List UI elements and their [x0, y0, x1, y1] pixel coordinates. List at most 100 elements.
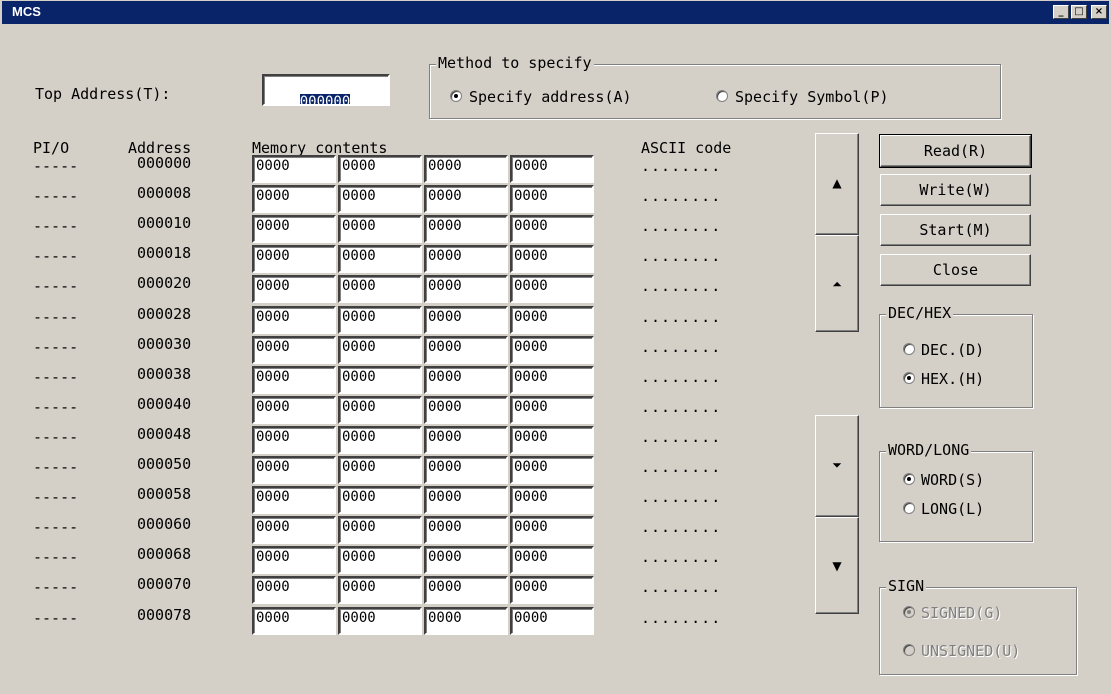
memory-value-input[interactable]: 0000	[338, 576, 422, 604]
ascii-code-header: ASCII code	[641, 139, 732, 157]
memory-value-input[interactable]: 0000	[338, 426, 422, 454]
memory-value-input[interactable]: 0000	[252, 215, 336, 243]
memory-value-input[interactable]: 0000	[510, 275, 594, 303]
start-button[interactable]: Start(M)	[880, 214, 1031, 246]
memory-value-input[interactable]: 0000	[424, 185, 508, 213]
memory-value-input[interactable]: 0000	[252, 336, 336, 364]
address-cell: 000040	[137, 395, 192, 413]
memory-value-input[interactable]: 0000	[510, 426, 594, 454]
memory-value-input[interactable]: 0000	[424, 336, 508, 364]
memory-value-input[interactable]: 0000	[424, 486, 508, 514]
memory-value-input[interactable]: 0000	[252, 546, 336, 574]
memory-value-input[interactable]: 0000	[510, 245, 594, 273]
ascii-cell: ........	[641, 548, 722, 566]
memory-value-input[interactable]: 0000	[510, 185, 594, 213]
title-bar[interactable]: MCS _ □ ×	[2, 1, 1109, 24]
specify-address-label[interactable]: Specify address(A)	[469, 88, 632, 106]
hex-label[interactable]: HEX.(H)	[921, 370, 984, 388]
memory-value-input[interactable]: 0000	[252, 185, 336, 213]
ascii-cell: ........	[641, 428, 722, 446]
memory-value-input[interactable]: 0000	[510, 607, 594, 635]
page-up-button[interactable]: ⏶	[815, 235, 859, 332]
memory-value-input[interactable]: 0000	[510, 155, 594, 183]
read-button[interactable]: Read(R)	[879, 134, 1032, 168]
memory-value-input[interactable]: 0000	[252, 366, 336, 394]
ascii-cell: ........	[641, 308, 722, 326]
memory-value-input[interactable]: 0000	[424, 155, 508, 183]
memory-value-input[interactable]: 0000	[510, 396, 594, 424]
minimize-icon: _	[1058, 6, 1064, 17]
memory-value-input[interactable]: 0000	[510, 306, 594, 334]
minimize-button[interactable]: _	[1053, 5, 1069, 19]
specify-symbol-radio[interactable]	[716, 90, 728, 102]
memory-value-input[interactable]: 0000	[338, 366, 422, 394]
memory-value-input[interactable]: 0000	[510, 366, 594, 394]
close-window-button[interactable]: ×	[1091, 5, 1107, 19]
memory-value-input[interactable]: 0000	[252, 396, 336, 424]
memory-value-input[interactable]: 0000	[424, 306, 508, 334]
memory-value-input[interactable]: 0000	[338, 306, 422, 334]
memory-value-input[interactable]: 0000	[510, 215, 594, 243]
memory-value-input[interactable]: 0000	[338, 185, 422, 213]
memory-value-input[interactable]: 0000	[338, 486, 422, 514]
memory-value-input[interactable]: 0000	[338, 396, 422, 424]
memory-value-input[interactable]: 0000	[424, 275, 508, 303]
maximize-button[interactable]: □	[1071, 5, 1087, 19]
memory-value-input[interactable]: 0000	[338, 155, 422, 183]
ascii-cell: ........	[641, 247, 722, 265]
memory-value-input[interactable]: 0000	[424, 396, 508, 424]
memory-value-input[interactable]: 0000	[252, 516, 336, 544]
memory-value-input[interactable]: 0000	[424, 366, 508, 394]
memory-value-input[interactable]: 0000	[252, 576, 336, 604]
memory-value-input[interactable]: 0000	[510, 336, 594, 364]
memory-value-input[interactable]: 0000	[424, 245, 508, 273]
top-address-input[interactable]: 000000	[262, 74, 390, 106]
long-radio[interactable]	[903, 502, 915, 514]
memory-value-input[interactable]: 0000	[510, 546, 594, 574]
line-up-button[interactable]: ▲	[815, 133, 859, 235]
dec-radio[interactable]	[903, 343, 915, 355]
memory-value-input[interactable]: 0000	[252, 426, 336, 454]
memory-value-input[interactable]: 0000	[424, 456, 508, 484]
specify-address-radio[interactable]	[450, 90, 462, 102]
memory-value-input[interactable]: 0000	[252, 607, 336, 635]
radio-selected-dot	[907, 610, 911, 614]
word-radio[interactable]	[903, 473, 915, 485]
word-label[interactable]: WORD(S)	[921, 471, 984, 489]
memory-value-input[interactable]: 0000	[252, 456, 336, 484]
memory-value-input[interactable]: 0000	[510, 516, 594, 544]
address-cell: 000018	[137, 244, 192, 262]
memory-value-input[interactable]: 0000	[338, 607, 422, 635]
memory-value-input[interactable]: 0000	[252, 155, 336, 183]
long-label[interactable]: LONG(L)	[921, 500, 984, 518]
page-down-button[interactable]: ⏷	[815, 415, 859, 517]
memory-value-input[interactable]: 0000	[424, 607, 508, 635]
memory-value-input[interactable]: 0000	[424, 576, 508, 604]
memory-value-input[interactable]: 0000	[510, 456, 594, 484]
memory-value-input[interactable]: 0000	[252, 275, 336, 303]
memory-value-input[interactable]: 0000	[510, 576, 594, 604]
memory-value-input[interactable]: 0000	[252, 306, 336, 334]
memory-value-input[interactable]: 0000	[338, 245, 422, 273]
write-button[interactable]: Write(W)	[880, 174, 1031, 206]
close-button[interactable]: Close	[880, 254, 1031, 286]
memory-value-input[interactable]: 0000	[338, 275, 422, 303]
memory-value-input[interactable]: 0000	[338, 215, 422, 243]
memory-value-input[interactable]: 0000	[424, 546, 508, 574]
dec-label[interactable]: DEC.(D)	[921, 341, 984, 359]
ascii-cell: ........	[641, 338, 722, 356]
memory-value-input[interactable]: 0000	[252, 245, 336, 273]
pio-cell: -----	[33, 368, 79, 386]
line-down-button[interactable]: ▼	[815, 517, 859, 614]
specify-symbol-label[interactable]: Specify Symbol(P)	[735, 88, 889, 106]
memory-value-input[interactable]: 0000	[424, 426, 508, 454]
memory-value-input[interactable]: 0000	[338, 546, 422, 574]
memory-value-input[interactable]: 0000	[252, 486, 336, 514]
memory-value-input[interactable]: 0000	[338, 336, 422, 364]
hex-radio[interactable]	[903, 372, 915, 384]
memory-value-input[interactable]: 0000	[338, 456, 422, 484]
memory-value-input[interactable]: 0000	[510, 486, 594, 514]
memory-value-input[interactable]: 0000	[424, 516, 508, 544]
memory-value-input[interactable]: 0000	[424, 215, 508, 243]
memory-value-input[interactable]: 0000	[338, 516, 422, 544]
